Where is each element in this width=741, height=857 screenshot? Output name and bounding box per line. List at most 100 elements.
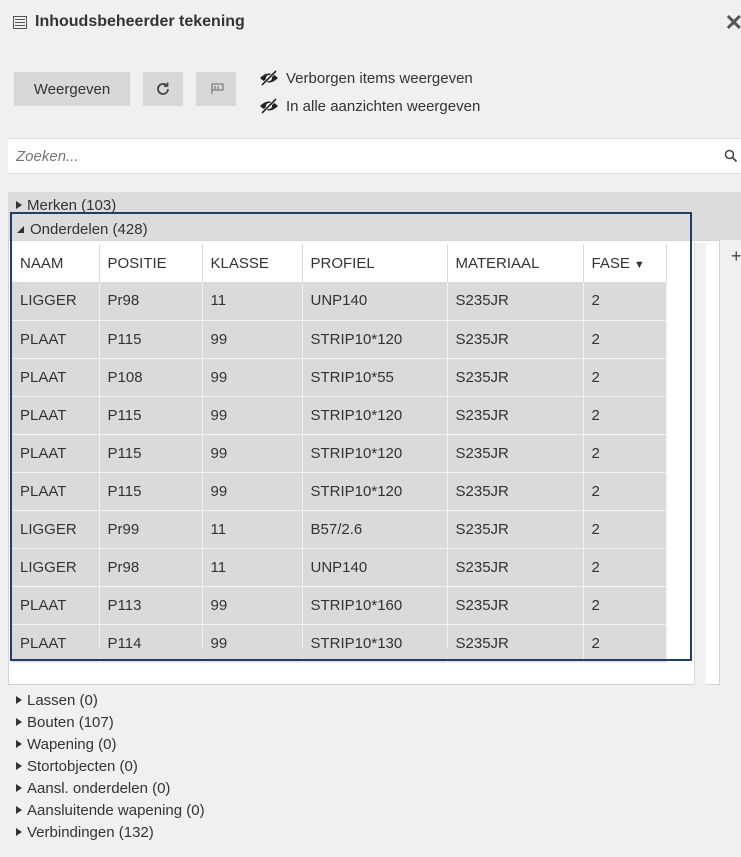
category-label: Wapening (0) [27,735,117,753]
cell-naam: PLAAT [12,358,100,397]
cell-fase: 2 [583,396,667,435]
category-merken[interactable]: Merken (103) [16,195,116,215]
column-header-positie[interactable]: POSITIE [99,244,203,282]
flag-icon [211,83,224,94]
category-label: Aansluitende wapening (0) [27,801,205,819]
category-aansluitende-wapening[interactable]: Aansluitende wapening (0) [16,800,205,820]
table-row[interactable]: PLAAT P115 99 STRIP10*120 S235JR 2 [12,434,667,473]
cell-profiel: UNP140 [302,548,448,587]
cell-fase: 2 [583,282,667,321]
cell-profiel: UNP140 [302,282,448,321]
cell-klasse: 11 [202,510,303,549]
category-onderdelen[interactable]: Onderdelen (428) [16,219,148,239]
toggle-group: Verborgen items weergeven In alle aanzic… [258,64,480,120]
column-header-fase[interactable]: FASE ▼ [583,244,667,282]
category-label: Verbindingen (132) [27,823,154,841]
horizontal-scrollbar[interactable] [12,648,504,658]
cell-positie: P115 [99,472,203,511]
cell-fase: 2 [583,548,667,587]
table-row[interactable]: LIGGER Pr98 11 UNP140 S235JR 2 [12,282,667,321]
refresh-button[interactable] [143,72,183,106]
column-header-klasse[interactable]: KLASSE [202,244,303,282]
cell-klasse: 99 [202,358,303,397]
cell-fase: 2 [583,472,667,511]
collapse-arrow-icon [16,225,25,234]
parts-table: NAAM POSITIE KLASSE PROFIEL MATERIAAL FA… [12,244,667,663]
category-label: Stortobjecten (0) [27,757,138,775]
toggle-all-views[interactable]: In alle aanzichten weergeven [258,92,480,120]
cell-positie: P108 [99,358,203,397]
search-icon[interactable] [724,149,738,167]
add-column-icon[interactable]: + [731,246,741,267]
table-row[interactable]: PLAAT P113 99 STRIP10*160 S235JR 2 [12,586,667,625]
table-icon [13,15,27,29]
table-row[interactable]: PLAAT P115 99 STRIP10*120 S235JR 2 [12,472,667,511]
table-row[interactable]: LIGGER Pr98 11 UNP140 S235JR 2 [12,548,667,587]
cell-fase: 2 [583,624,667,663]
category-label: Lassen (0) [27,691,98,709]
filter-button[interactable] [196,72,236,106]
category-lassen[interactable]: Lassen (0) [16,690,98,710]
column-header-fase-label: FASE [591,254,630,272]
cell-klasse: 99 [202,472,303,511]
cell-klasse: 99 [202,434,303,473]
cell-materiaal: S235JR [447,282,584,321]
cell-materiaal: S235JR [447,396,584,435]
eye-hidden-icon [258,70,280,86]
cell-fase: 2 [583,510,667,549]
category-onderdelen-label: Onderdelen (428) [30,220,148,238]
cell-positie: Pr98 [99,282,203,321]
cell-klasse: 99 [202,320,303,359]
table-row[interactable]: PLAAT P115 99 STRIP10*120 S235JR 2 [12,320,667,359]
cell-profiel: STRIP10*120 [302,320,448,359]
table-row[interactable]: PLAAT P108 99 STRIP10*55 S235JR 2 [12,358,667,397]
cell-naam: PLAAT [12,472,100,511]
cell-profiel: STRIP10*160 [302,586,448,625]
cell-positie: P113 [99,586,203,625]
cell-klasse: 11 [202,548,303,587]
cell-profiel: STRIP10*120 [302,472,448,511]
cell-materiaal: S235JR [447,358,584,397]
column-header-materiaal[interactable]: MATERIAAL [447,244,584,282]
cell-materiaal: S235JR [447,434,584,473]
category-verbindingen[interactable]: Verbindingen (132) [16,822,154,842]
cell-positie: P115 [99,320,203,359]
toggle-all-views-label: In alle aanzichten weergeven [286,97,481,115]
expand-arrow-icon [16,740,22,748]
toggle-hidden-items[interactable]: Verborgen items weergeven [258,64,480,92]
cell-materiaal: S235JR [447,548,584,587]
cell-naam: LIGGER [12,510,100,549]
cell-materiaal: S235JR [447,472,584,511]
expand-arrow-icon [16,696,22,704]
cell-naam: PLAAT [12,434,100,473]
table-row[interactable]: PLAAT P115 99 STRIP10*120 S235JR 2 [12,396,667,435]
vertical-scrollbar[interactable] [694,243,706,685]
category-merken-label: Merken (103) [27,196,117,214]
cell-profiel: STRIP10*120 [302,396,448,435]
title-bar: Inhoudsbeheerder tekening ✕ [0,0,741,44]
show-button[interactable]: Weergeven [14,72,130,106]
category-stortobjecten[interactable]: Stortobjecten (0) [16,756,138,776]
category-bouten[interactable]: Bouten (107) [16,712,114,732]
cell-materiaal: S235JR [447,586,584,625]
cell-klasse: 99 [202,586,303,625]
cell-klasse: 11 [202,282,303,321]
cell-materiaal: S235JR [447,320,584,359]
expand-arrow-icon [16,718,22,726]
cell-profiel: STRIP10*120 [302,434,448,473]
cell-naam: LIGGER [12,282,100,321]
cell-naam: PLAAT [12,396,100,435]
cell-naam: PLAAT [12,320,100,359]
search-input[interactable] [8,146,698,166]
expand-arrow-icon [16,762,22,770]
eye-hidden-icon [258,98,280,114]
cell-naam: PLAAT [12,586,100,625]
close-icon[interactable]: ✕ [725,10,741,36]
column-header-profiel[interactable]: PROFIEL [302,244,448,282]
category-wapening[interactable]: Wapening (0) [16,734,117,754]
table-row[interactable]: LIGGER Pr99 11 B57/2.6 S235JR 2 [12,510,667,549]
column-header-naam[interactable]: NAAM [12,244,100,282]
category-label: Bouten (107) [27,713,114,731]
category-aansl-onderdelen[interactable]: Aansl. onderdelen (0) [16,778,170,798]
sort-descending-icon: ▼ [633,258,645,271]
